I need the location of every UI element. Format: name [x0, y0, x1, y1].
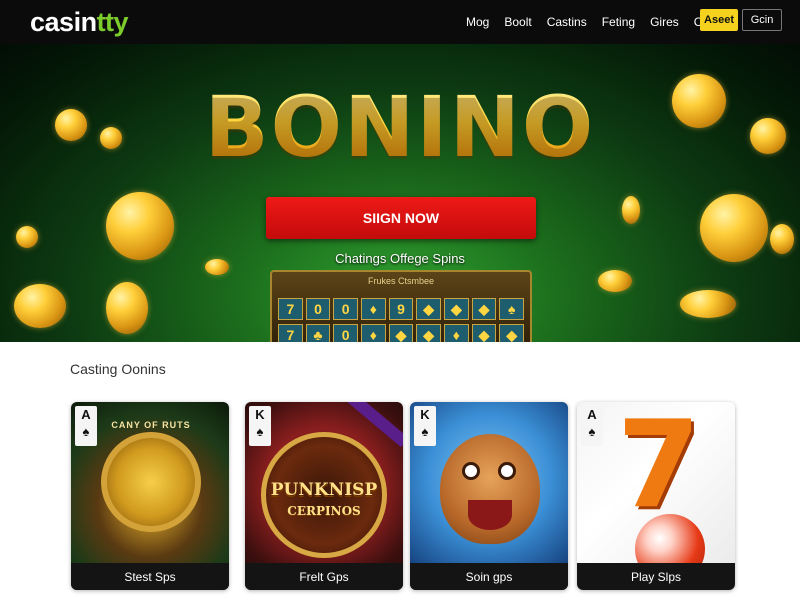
- nav-link-2[interactable]: Boolt: [504, 15, 531, 29]
- nav-links: Mog Boolt Castins Feting Gires Clit: [466, 0, 726, 44]
- signup-button[interactable]: Aseet: [700, 9, 738, 31]
- golden-lion-icon: [101, 432, 201, 532]
- nav-link-3[interactable]: Castins: [547, 15, 587, 29]
- card-art-text: CANY OF RUTS: [111, 420, 191, 430]
- game-card-1[interactable]: CANY OF RUTS A ♠ Stest Sps: [71, 402, 229, 590]
- game-card-3[interactable]: K ♠ Soin gps: [410, 402, 568, 590]
- eye-icon: [498, 462, 516, 480]
- logo-part-2: sin: [59, 7, 97, 37]
- nav-link-1[interactable]: Mog: [466, 15, 489, 29]
- playing-card-corner: K ♠: [414, 406, 436, 446]
- gold-coin-icon: [622, 196, 640, 224]
- eye-icon: [462, 462, 480, 480]
- gold-coin-icon: [680, 290, 736, 318]
- logo-part-1: ca: [30, 7, 60, 37]
- gold-coin-icon: [16, 226, 38, 248]
- slot-reel-icon: ◆: [444, 298, 469, 320]
- slot-reel-icon: ◆: [499, 324, 525, 342]
- nav-link-5[interactable]: Gires: [650, 15, 679, 29]
- site-logo[interactable]: casintty: [30, 7, 129, 38]
- slot-reel-icon: ♠: [499, 298, 525, 320]
- mouth-icon: [468, 500, 512, 530]
- gold-coin-icon: [770, 224, 794, 254]
- slot-reel-icon: ♣: [305, 324, 331, 342]
- slot-reel-icon: ◆: [416, 298, 442, 320]
- hero-title: BONINO: [0, 78, 800, 176]
- playing-card-corner: A ♠: [581, 406, 603, 446]
- gold-coin-icon: [598, 270, 632, 292]
- slot-reel-icon: ◆: [388, 324, 414, 342]
- login-button[interactable]: Gcin: [742, 9, 782, 31]
- card-label: Soin gps: [410, 563, 568, 590]
- hero-subtitle: Chatings Offege Spins: [335, 251, 465, 266]
- slot-reel-icon: ◆: [471, 324, 497, 342]
- slot-reel-icon: ◆: [416, 324, 442, 342]
- slot-header: Frukes Ctsmbee: [367, 276, 435, 286]
- game-card-2[interactable]: PUNKNISP CERPINOS K ♠ Frelt Gps: [245, 402, 403, 590]
- playing-card-corner: A ♠: [75, 406, 97, 446]
- logo-part-3: tty: [96, 7, 129, 37]
- slot-reel-icon: 9: [388, 298, 414, 320]
- slot-reel-icon: ♦: [444, 324, 469, 342]
- slot-reel-icon: ♦: [361, 324, 386, 342]
- sign-now-button[interactable]: SIIGN NOW: [266, 197, 536, 239]
- slot-reels: 7 0 0 ♦ 9 ◆ ◆ ◆ ♠: [278, 298, 525, 320]
- slot-machine-graphic: Frukes Ctsmbee 7 0 0 ♦ 9 ◆ ◆ ◆ ♠ 7 ♣ 0 ♦…: [270, 270, 532, 342]
- nav-link-4[interactable]: Feting: [602, 15, 635, 29]
- card-label: Stest Sps: [71, 563, 229, 590]
- card-art-title: PUNKNISP: [270, 480, 378, 500]
- hero-banner: BONINO SIIGN NOW Chatings Offege Spins F…: [0, 44, 800, 342]
- slot-reel-icon: 7: [278, 298, 303, 320]
- slot-reel-icon: 0: [333, 298, 359, 320]
- card-label: Play Slps: [577, 563, 735, 590]
- card-label: Frelt Gps: [245, 563, 403, 590]
- gold-coin-icon: [106, 192, 174, 260]
- slot-reel-icon: 7: [278, 324, 303, 342]
- card-art-subtitle: CERPINOS: [287, 504, 361, 518]
- slot-reels: 7 ♣ 0 ♦ ◆ ◆ ♦ ◆ ◆: [278, 324, 525, 342]
- playing-card-corner: K ♠: [249, 406, 271, 446]
- slot-reel-icon: 0: [305, 298, 331, 320]
- slot-reel-icon: ♦: [361, 298, 386, 320]
- top-nav: casintty Mog Boolt Castins Feting Gires …: [0, 0, 800, 44]
- slot-reel-icon: ◆: [471, 298, 497, 320]
- gold-coin-icon: [14, 284, 66, 328]
- section-title: Casting Oonins: [70, 361, 166, 377]
- slot-reel-icon: 0: [333, 324, 359, 342]
- game-card-4[interactable]: 7 A ♠ Play Slps: [577, 402, 735, 590]
- gold-coin-icon: [106, 282, 148, 334]
